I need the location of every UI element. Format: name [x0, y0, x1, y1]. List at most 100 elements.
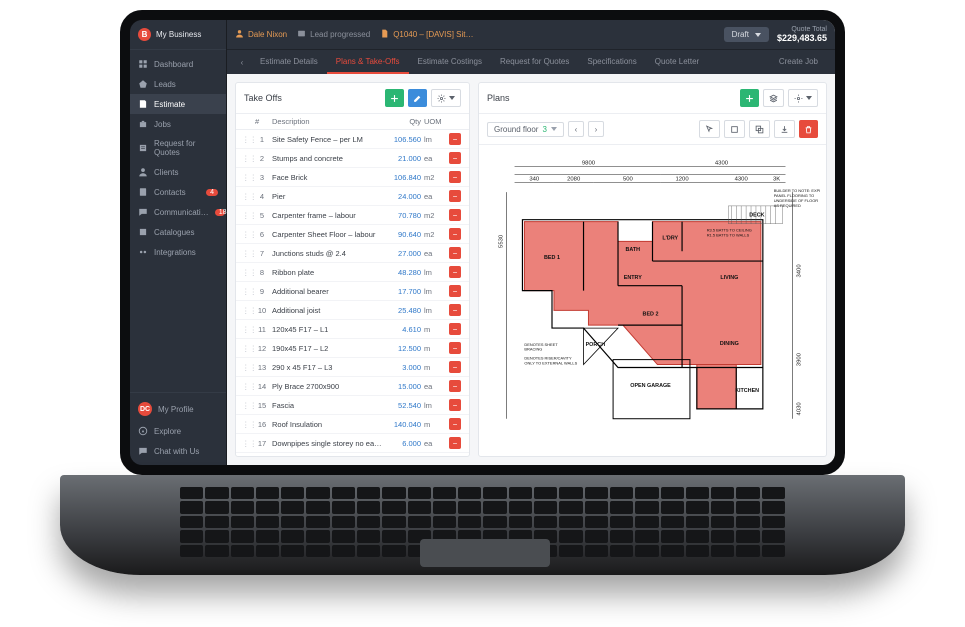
drag-handle-icon[interactable]: ⋮⋮	[242, 249, 252, 258]
row-qty[interactable]: 25.480	[387, 306, 421, 315]
row-qty[interactable]: 140.040	[387, 420, 421, 429]
drag-handle-icon[interactable]: ⋮⋮	[242, 230, 252, 239]
row-qty[interactable]: 15.000	[387, 382, 421, 391]
row-qty[interactable]: 70.780	[387, 211, 421, 220]
row-qty[interactable]: 90.640	[387, 230, 421, 239]
row-qty[interactable]: 21.000	[387, 154, 421, 163]
row-delete-button[interactable]: −	[449, 247, 461, 259]
tab-create-job[interactable]: Create Job	[770, 50, 827, 74]
plan-settings-button[interactable]	[788, 89, 818, 107]
add-takeoff-button[interactable]	[385, 89, 404, 107]
status-dropdown[interactable]: Draft	[724, 27, 769, 42]
plan-prev-button[interactable]: ‹	[568, 121, 584, 137]
row-qty[interactable]: 106.560	[387, 135, 421, 144]
drag-handle-icon[interactable]: ⋮⋮	[242, 344, 252, 353]
row-qty[interactable]: 6.000	[387, 439, 421, 448]
plan-tool-3[interactable]	[749, 120, 770, 138]
sidebar-bottom-my-profile[interactable]: DCMy Profile	[130, 397, 226, 421]
row-delete-button[interactable]: −	[449, 437, 461, 449]
row-delete-button[interactable]: −	[449, 190, 461, 202]
sidebar-bottom-chat-with-us[interactable]: Chat with Us	[130, 441, 226, 461]
sidebar-item-contacts[interactable]: Contacts4	[130, 182, 226, 202]
row-qty[interactable]: 27.000	[387, 249, 421, 258]
drag-handle-icon[interactable]: ⋮⋮	[242, 401, 252, 410]
tab-estimate-costings[interactable]: Estimate Costings	[409, 50, 491, 74]
sidebar-badge: 18	[215, 209, 225, 216]
drag-handle-icon[interactable]: ⋮⋮	[242, 192, 252, 201]
row-delete-button[interactable]: −	[449, 266, 461, 278]
row-qty[interactable]: 24.000	[387, 192, 421, 201]
sidebar-item-communicati-[interactable]: Communicati…18	[130, 202, 226, 222]
tab-request-for-quotes[interactable]: Request for Quotes	[491, 50, 578, 74]
drag-handle-icon[interactable]: ⋮⋮	[242, 135, 252, 144]
add-plan-button[interactable]	[740, 89, 759, 107]
row-delete-button[interactable]: −	[449, 399, 461, 411]
drag-handle-icon[interactable]: ⋮⋮	[242, 211, 252, 220]
drag-handle-icon[interactable]: ⋮⋮	[242, 173, 252, 182]
row-delete-button[interactable]: −	[449, 304, 461, 316]
drag-handle-icon[interactable]: ⋮⋮	[242, 363, 252, 372]
plan-view-button[interactable]	[763, 89, 784, 107]
row-uom: m	[424, 344, 446, 353]
topbar-person[interactable]: Dale Nixon	[235, 29, 287, 40]
row-delete-button[interactable]: −	[449, 342, 461, 354]
tab-quote-letter[interactable]: Quote Letter	[646, 50, 708, 74]
row-qty[interactable]: 106.840	[387, 173, 421, 182]
row-qty[interactable]: 3.000	[387, 363, 421, 372]
row-qty[interactable]: 12.500	[387, 344, 421, 353]
row-delete-button[interactable]: −	[449, 285, 461, 297]
sidebar-item-request-for-quotes[interactable]: Request for Quotes	[130, 134, 226, 162]
plans-panel: Plans	[478, 82, 827, 457]
plan-delete-button[interactable]	[799, 120, 818, 138]
room-label: BATH	[625, 247, 640, 253]
plan-tool-4[interactable]	[774, 120, 795, 138]
topbar-estimate[interactable]: Q1040 – [DAVIS] Sit…	[380, 29, 473, 40]
tab-plans-take-offs[interactable]: Plans & Take-Offs	[327, 50, 409, 74]
sidebar-item-integrations[interactable]: Integrations	[130, 242, 226, 262]
sidebar-item-clients[interactable]: Clients	[130, 162, 226, 182]
row-delete-button[interactable]: −	[449, 380, 461, 392]
drag-handle-icon[interactable]: ⋮⋮	[242, 268, 252, 277]
topbar-lead[interactable]: Lead progressed	[297, 29, 370, 40]
drag-handle-icon[interactable]: ⋮⋮	[242, 306, 252, 315]
tabs-scroll-left[interactable]: ‹	[233, 50, 251, 74]
row-qty[interactable]: 17.700	[387, 287, 421, 296]
takeoff-settings-button[interactable]	[431, 89, 461, 107]
row-qty[interactable]: 48.280	[387, 268, 421, 277]
drag-handle-icon[interactable]: ⋮⋮	[242, 325, 252, 334]
row-delete-button[interactable]: −	[449, 361, 461, 373]
plan-tool-1[interactable]	[699, 120, 720, 138]
rfq-icon	[138, 143, 148, 153]
sidebar-item-dashboard[interactable]: Dashboard	[130, 54, 226, 74]
sidebar-item-jobs[interactable]: Jobs	[130, 114, 226, 134]
row-delete-button[interactable]: −	[449, 323, 461, 335]
drag-handle-icon[interactable]: ⋮⋮	[242, 439, 252, 448]
sidebar-bottom-explore[interactable]: Explore	[130, 421, 226, 441]
row-description: 290 x 45 F17 – L3	[272, 363, 384, 372]
sidebar-item-catalogues[interactable]: Catalogues	[130, 222, 226, 242]
drag-handle-icon[interactable]: ⋮⋮	[242, 287, 252, 296]
row-delete-button[interactable]: −	[449, 133, 461, 145]
floor-select[interactable]: Ground floor 3	[487, 122, 564, 137]
quote-total-label: Quote Total	[777, 26, 827, 33]
takeoffs-table: # Description Qty UOM ⋮⋮1Site Safety Fen…	[236, 114, 469, 456]
tab-specifications[interactable]: Specifications	[578, 50, 645, 74]
sidebar-item-estimate[interactable]: Estimate	[130, 94, 226, 114]
drag-handle-icon[interactable]: ⋮⋮	[242, 382, 252, 391]
drag-handle-icon[interactable]: ⋮⋮	[242, 154, 252, 163]
plan-tool-2[interactable]	[724, 120, 745, 138]
row-delete-button[interactable]: −	[449, 228, 461, 240]
row-qty[interactable]: 52.540	[387, 401, 421, 410]
sidebar-item-leads[interactable]: Leads	[130, 74, 226, 94]
row-delete-button[interactable]: −	[449, 171, 461, 183]
tab-estimate-details[interactable]: Estimate Details	[251, 50, 327, 74]
row-delete-button[interactable]: −	[449, 209, 461, 221]
edit-takeoff-button[interactable]	[408, 89, 427, 107]
floor-plan-drawing[interactable]: 9800 4300 340 2080 500 1200 4300 3K 5530	[485, 151, 820, 450]
takeoffs-panel: Take Offs	[235, 82, 470, 457]
drag-handle-icon[interactable]: ⋮⋮	[242, 420, 252, 429]
row-delete-button[interactable]: −	[449, 152, 461, 164]
row-delete-button[interactable]: −	[449, 418, 461, 430]
plan-next-button[interactable]: ›	[588, 121, 604, 137]
row-qty[interactable]: 4.610	[387, 325, 421, 334]
